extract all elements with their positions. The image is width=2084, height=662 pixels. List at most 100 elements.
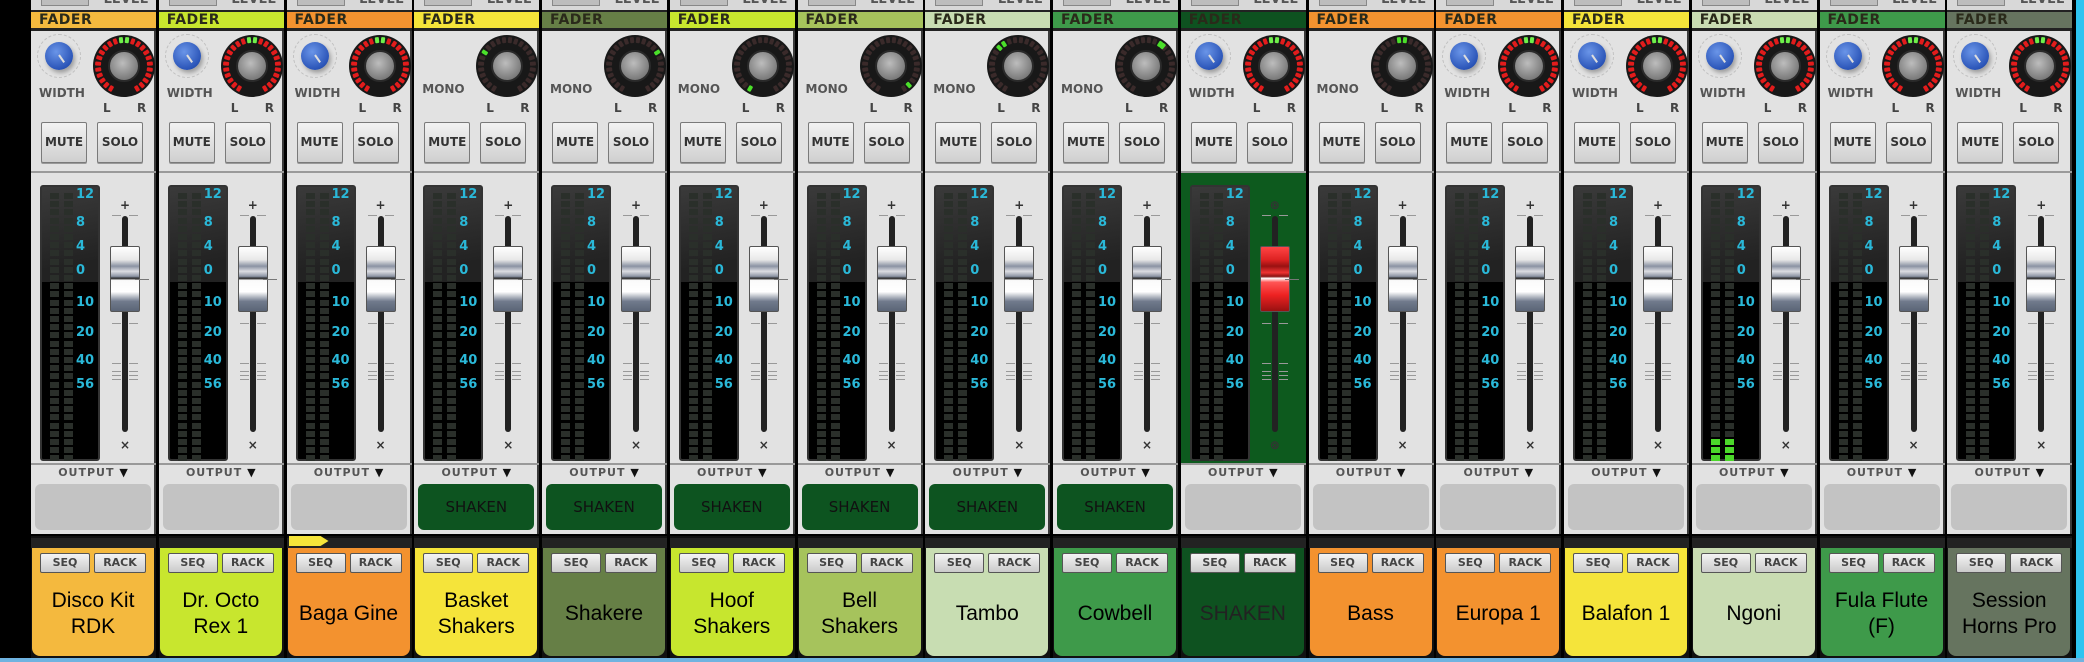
pan-knob[interactable] — [731, 35, 794, 97]
seq-button[interactable]: SEQ — [40, 553, 90, 573]
seq-button[interactable]: SEQ — [1445, 553, 1496, 573]
seq-button[interactable]: SEQ — [551, 553, 601, 573]
level-button[interactable] — [552, 0, 600, 6]
mute-button[interactable]: MUTE — [1318, 122, 1365, 163]
output-label[interactable]: OUTPUT ▼ — [158, 463, 284, 481]
output-label[interactable]: OUTPUT ▼ — [414, 463, 540, 481]
seq-button[interactable]: SEQ — [1317, 553, 1368, 573]
rack-button[interactable]: RACK — [349, 553, 402, 573]
solo-button[interactable]: SOLO — [224, 122, 271, 163]
width-knob[interactable] — [300, 42, 329, 70]
track-tile[interactable]: SEQ RACK Disco Kit RDK — [32, 548, 154, 656]
track-tile[interactable]: SEQ RACK Hoof Shakers — [670, 548, 793, 656]
dropdown-arrow-icon[interactable]: ▼ — [1648, 466, 1662, 479]
seq-button[interactable]: SEQ — [678, 553, 729, 573]
rack-button[interactable]: RACK — [988, 553, 1041, 573]
rack-button[interactable]: RACK — [1116, 553, 1168, 573]
output-label[interactable]: OUTPUT ▼ — [925, 463, 1051, 481]
pan-knob[interactable] — [859, 35, 922, 97]
output-label[interactable]: OUTPUT ▼ — [1053, 463, 1178, 481]
output-label[interactable]: OUTPUT ▼ — [542, 463, 667, 481]
rack-button[interactable]: RACK — [477, 553, 530, 573]
rack-button[interactable]: RACK — [605, 553, 657, 573]
rack-button[interactable]: RACK — [1882, 553, 1935, 573]
dropdown-arrow-icon[interactable]: ▼ — [1137, 466, 1151, 479]
solo-button[interactable]: SOLO — [735, 122, 782, 163]
pan-knob[interactable] — [220, 35, 283, 97]
pan-knob[interactable] — [1370, 35, 1433, 97]
output-label[interactable]: OUTPUT ▼ — [1691, 463, 1817, 481]
solo-button[interactable]: SOLO — [97, 122, 143, 163]
mute-button[interactable]: MUTE — [1957, 122, 2004, 163]
track-tile[interactable]: SEQ RACK Session Horns Pro — [1948, 548, 2071, 656]
level-button[interactable] — [424, 0, 473, 6]
seq-button[interactable]: SEQ — [806, 553, 857, 573]
track-tile[interactable]: SEQ RACK Bell Shakers — [798, 548, 921, 656]
track-tile[interactable]: SEQ RACK Shakere — [543, 548, 665, 656]
mute-button[interactable]: MUTE — [1063, 122, 1109, 163]
output-button[interactable] — [1951, 484, 2068, 530]
pan-knob[interactable] — [93, 35, 155, 97]
solo-button[interactable]: SOLO — [1885, 122, 1932, 163]
track-tile[interactable]: SEQ RACK Basket Shakers — [415, 548, 538, 656]
output-label[interactable]: OUTPUT ▼ — [1819, 463, 1945, 481]
dropdown-arrow-icon[interactable]: ▼ — [1392, 466, 1406, 479]
output-button[interactable]: SHAKEN — [546, 484, 662, 530]
level-button[interactable] — [1701, 0, 1750, 6]
track-tile[interactable]: SEQ RACK Europa 1 — [1437, 548, 1560, 656]
mute-button[interactable]: MUTE — [1190, 122, 1237, 163]
level-button[interactable] — [1318, 0, 1367, 6]
track-tile[interactable]: SEQ RACK Tambo — [926, 548, 1049, 656]
output-label[interactable]: OUTPUT ▼ — [31, 463, 156, 481]
dropdown-arrow-icon[interactable]: ▼ — [1264, 466, 1278, 479]
seq-button[interactable]: SEQ — [1573, 553, 1623, 573]
seq-button[interactable]: SEQ — [1956, 553, 2007, 573]
seq-button[interactable]: SEQ — [167, 553, 218, 573]
level-button[interactable] — [1190, 0, 1239, 6]
level-button[interactable] — [296, 0, 345, 6]
seq-button[interactable]: SEQ — [1700, 553, 1751, 573]
width-knob[interactable] — [1194, 42, 1223, 70]
solo-button[interactable]: SOLO — [2013, 122, 2060, 163]
width-knob[interactable] — [1705, 42, 1734, 70]
solo-button[interactable]: SOLO — [991, 122, 1038, 163]
output-label[interactable]: OUTPUT ▼ — [1180, 463, 1306, 481]
mute-button[interactable]: MUTE — [935, 122, 982, 163]
mute-button[interactable]: MUTE — [552, 122, 598, 163]
dropdown-arrow-icon[interactable]: ▼ — [2031, 466, 2045, 479]
seq-button[interactable]: SEQ — [423, 553, 474, 573]
solo-button[interactable]: SOLO — [480, 122, 527, 163]
width-knob[interactable] — [45, 42, 73, 70]
output-button[interactable]: SHAKEN — [418, 484, 535, 530]
output-label[interactable]: OUTPUT ▼ — [1947, 463, 2073, 481]
dropdown-arrow-icon[interactable]: ▼ — [242, 466, 256, 479]
solo-button[interactable]: SOLO — [863, 122, 910, 163]
dropdown-arrow-icon[interactable]: ▼ — [1903, 466, 1917, 479]
output-button[interactable]: SHAKEN — [801, 484, 918, 530]
pan-knob[interactable] — [1881, 35, 1944, 97]
width-knob[interactable] — [1833, 42, 1862, 70]
pan-knob[interactable] — [1626, 35, 1688, 97]
output-button[interactable] — [162, 484, 279, 530]
seq-button[interactable]: SEQ — [295, 553, 346, 573]
output-label[interactable]: OUTPUT ▼ — [669, 463, 795, 481]
mute-button[interactable]: MUTE — [1574, 122, 1620, 163]
seq-button[interactable]: SEQ — [1189, 553, 1240, 573]
solo-button[interactable]: SOLO — [608, 122, 654, 163]
seq-button[interactable]: SEQ — [934, 553, 985, 573]
rack-button[interactable]: RACK — [221, 553, 274, 573]
solo-button[interactable]: SOLO — [1630, 122, 1676, 163]
rack-button[interactable]: RACK — [1627, 553, 1679, 573]
rack-button[interactable]: RACK — [94, 553, 146, 573]
output-button[interactable] — [35, 484, 151, 530]
rack-button[interactable]: RACK — [732, 553, 785, 573]
rack-button[interactable]: RACK — [1754, 553, 1807, 573]
dropdown-arrow-icon[interactable]: ▼ — [1009, 466, 1023, 479]
pan-knob[interactable] — [1115, 35, 1177, 97]
mute-button[interactable]: MUTE — [1829, 122, 1876, 163]
output-button[interactable]: SHAKEN — [929, 484, 1046, 530]
seq-button[interactable]: SEQ — [1062, 553, 1112, 573]
pan-knob[interactable] — [1753, 35, 1816, 97]
width-knob[interactable] — [172, 42, 201, 70]
output-button[interactable]: SHAKEN — [1057, 484, 1173, 530]
